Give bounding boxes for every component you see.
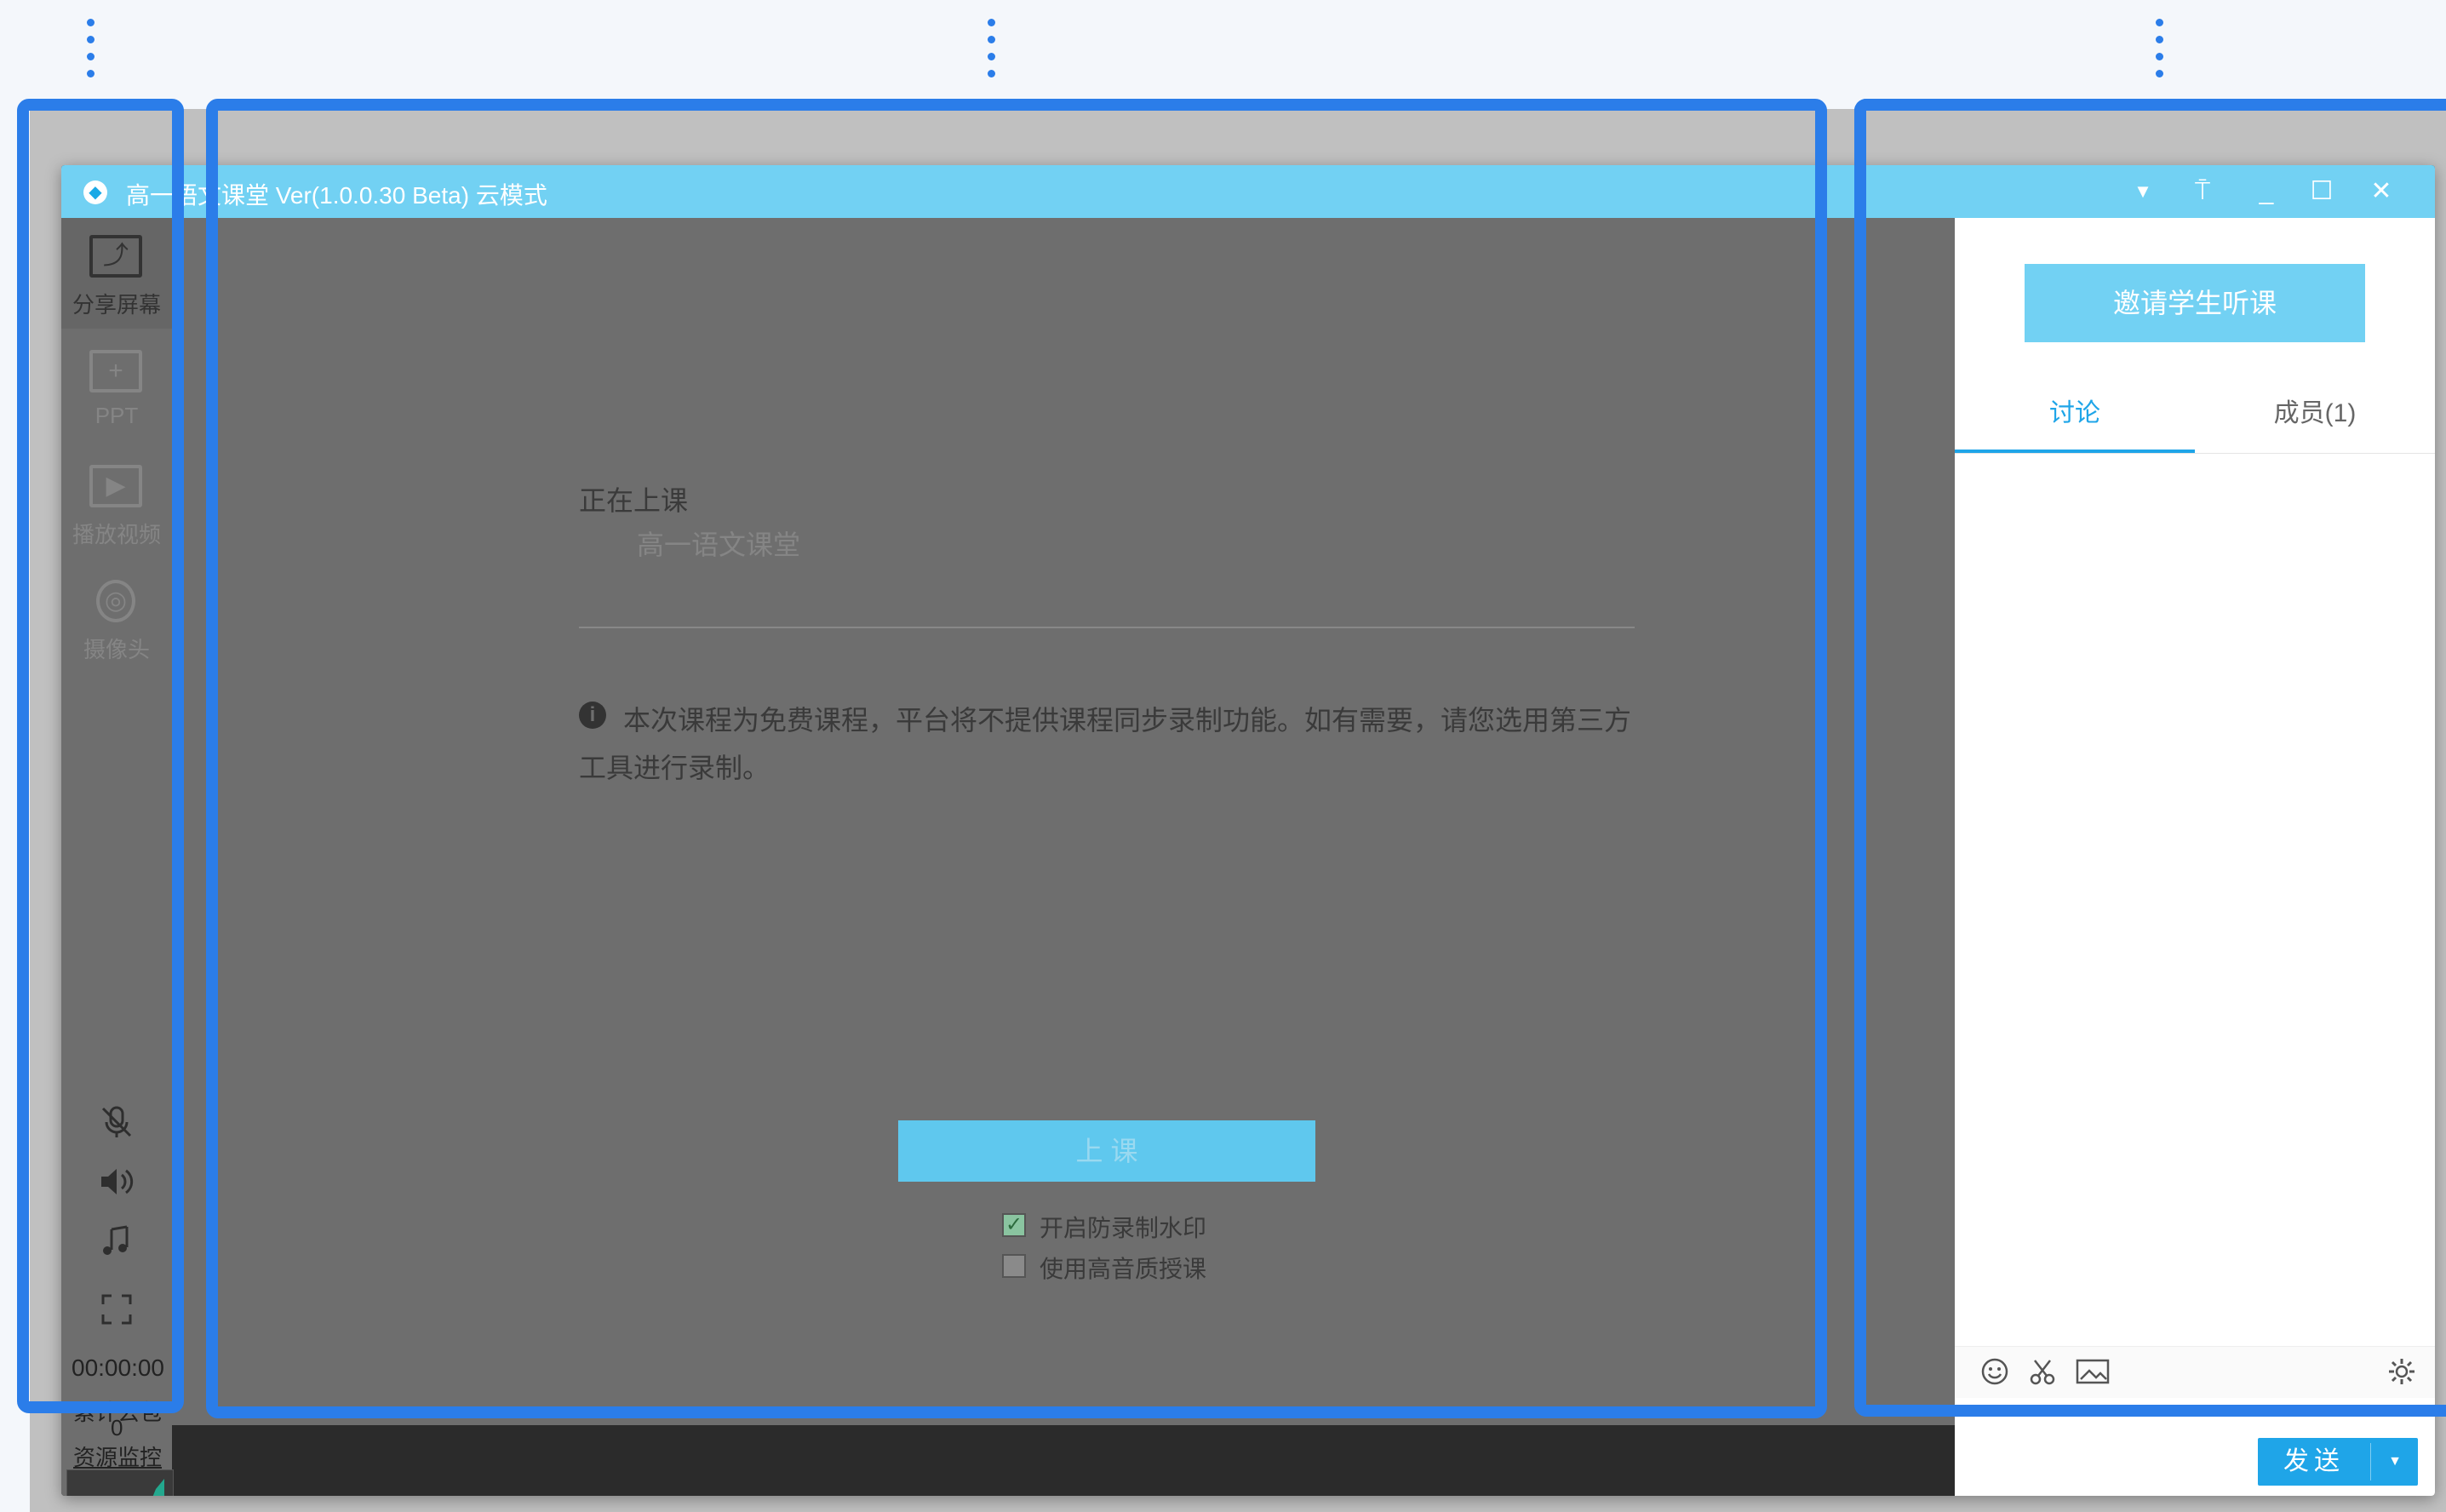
resource-monitor-link[interactable]: 资源监控 [73,1440,162,1472]
send-divider [2370,1443,2371,1480]
send-options-dropdown[interactable]: ▼ [2372,1438,2418,1486]
connector-dots-center [987,19,995,95]
connector-dots-right [2155,19,2163,95]
highlight-frame-right-panel [1854,99,2446,1417]
packet-loss-value: 0 [111,1415,123,1440]
highlight-frame-left-toolbar [17,99,184,1413]
connector-dots-left [86,19,95,95]
send-button-label: 发送 [2283,1447,2345,1475]
resource-monitor-graph [66,1469,174,1496]
highlight-frame-main-stage [206,99,1827,1418]
send-button[interactable]: 发送 ▼ [2258,1438,2418,1486]
